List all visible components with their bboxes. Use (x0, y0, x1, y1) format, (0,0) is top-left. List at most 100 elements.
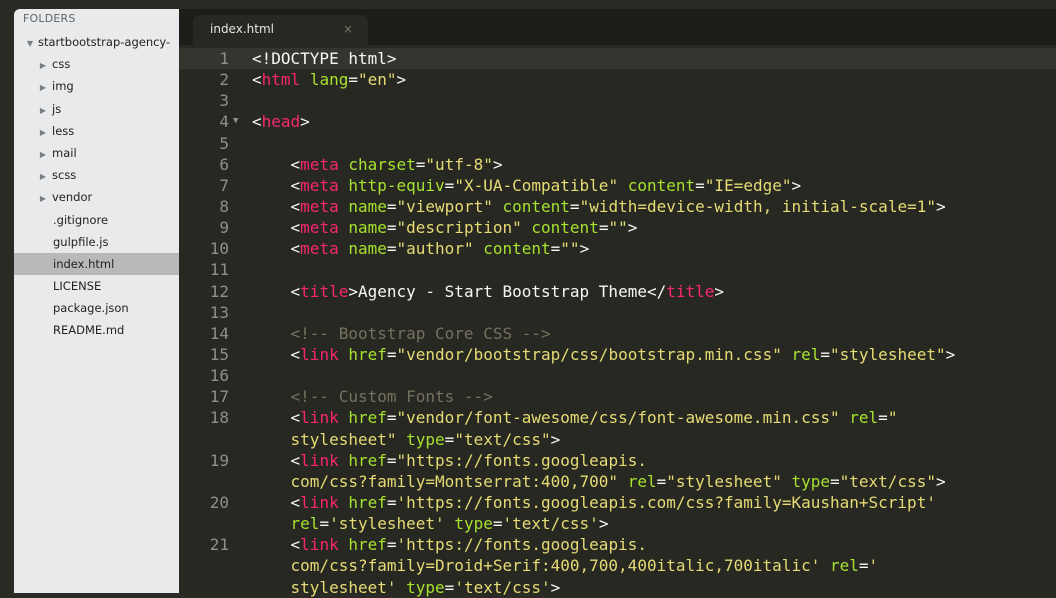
disclosure-closed-icon[interactable]: ▶ (38, 122, 48, 142)
folder-item[interactable]: ▶ img (14, 75, 179, 97)
file-item[interactable]: .gitignore (14, 209, 179, 231)
code-token: > (598, 514, 609, 534)
code-line[interactable]: rel='stylesheet' type='text/css'> (179, 513, 1056, 534)
code-token: = (656, 471, 667, 491)
code-line[interactable]: stylesheet' type='text/css'> (179, 577, 1056, 598)
folder-item[interactable]: ▶ mail (14, 142, 179, 164)
code-token: = (386, 196, 397, 216)
code-token: "" (608, 218, 628, 238)
code-line[interactable]: 18 <link href="vendor/font-awesome/css/f… (179, 407, 1056, 428)
code-line[interactable]: com/css?family=Montserrat:400,700" rel="… (179, 471, 1056, 492)
code-line[interactable]: 10 <meta name="author" content=""> (179, 238, 1056, 259)
code-token: link (300, 408, 339, 428)
folders-header: FOLDERS (23, 12, 76, 25)
code-line[interactable]: 16 (179, 365, 1056, 386)
code-text: <meta name="viewport" content="width=dev… (252, 196, 946, 217)
folder-item[interactable]: ▶ css (14, 53, 179, 75)
folder-item[interactable]: ▶ scss (14, 164, 179, 186)
code-line[interactable]: com/css?family=Droid+Serif:400,700,400it… (179, 555, 1056, 576)
line-number: 18 (209, 408, 229, 428)
code-token: = (386, 535, 397, 555)
file-item[interactable]: LICENSE (14, 275, 179, 297)
tree-item-label: css (52, 57, 71, 72)
folder-item[interactable]: ▶ vendor (14, 186, 179, 208)
code-token: > (492, 154, 503, 174)
tab-index-html[interactable]: index.html × (193, 15, 368, 45)
line-number: 9 (219, 218, 229, 238)
code-line[interactable]: 2 <html lang="en"> (179, 69, 1056, 90)
line-number: 14 (209, 323, 229, 343)
code-text: <!-- Bootstrap Core CSS --> (252, 323, 551, 344)
code-token: = (386, 344, 397, 364)
code-area[interactable]: 1 <!DOCTYPE html> 2 <html lang="en"> 3 4 ▼ <hea… (179, 48, 1056, 598)
line-number: 13 (209, 302, 229, 322)
tree-item-label: README.md (53, 323, 125, 338)
code-token: < (252, 196, 301, 216)
code-line[interactable]: 7 <meta http-equiv="X-UA-Compatible" con… (179, 175, 1056, 196)
code-line[interactable]: 4 ▼ <head> (179, 111, 1056, 132)
code-line[interactable]: 19 <link href="https://fonts.googleapis. (179, 450, 1056, 471)
code-text: <html lang="en"> (252, 69, 406, 90)
code-text: <!DOCTYPE html> (252, 48, 397, 69)
folder-item[interactable]: ▶ js (14, 98, 179, 120)
code-line[interactable]: 20 <link href='https://fonts.googleapis.… (179, 492, 1056, 513)
code-token: = (386, 450, 397, 470)
code-line[interactable]: 21 <link href='https://fonts.googleapis. (179, 534, 1056, 555)
code-line[interactable]: 12 <title>Agency - Start Bootstrap Theme… (179, 281, 1056, 302)
code-token: html (261, 70, 301, 90)
root-folder-item[interactable]: ▼ startbootstrap-agency- (14, 31, 179, 53)
disclosure-closed-icon[interactable]: ▶ (38, 166, 48, 186)
code-line[interactable]: stylesheet" type="text/css"> (179, 429, 1056, 450)
disclosure-closed-icon[interactable]: ▶ (38, 100, 48, 120)
line-number: 16 (209, 366, 229, 386)
disclosure-closed-icon[interactable]: ▶ (38, 55, 48, 75)
code-text: rel='stylesheet' type='text/css'> (252, 513, 609, 534)
code-token: http-equiv (348, 175, 445, 195)
code-token: = (820, 344, 831, 364)
code-line[interactable]: 3 (179, 90, 1056, 111)
code-line[interactable]: 15 <link href="vendor/bootstrap/css/boot… (179, 344, 1056, 365)
code-token: type (454, 514, 493, 534)
code-token: "vendor/bootstrap/css/bootstrap.min.css" (396, 344, 782, 364)
code-token: > (550, 429, 561, 449)
code-line[interactable]: 13 (179, 302, 1056, 323)
code-line[interactable]: 6 <meta charset="utf-8"> (179, 154, 1056, 175)
fold-arrow-icon[interactable]: ▼ (233, 111, 238, 132)
folder-item[interactable]: ▶ less (14, 120, 179, 142)
tab-bar: index.html × (179, 9, 1056, 45)
code-line[interactable]: 9 <meta name="description" content=""> (179, 217, 1056, 238)
code-token: meta (300, 154, 339, 174)
disclosure-closed-icon[interactable]: ▶ (38, 77, 48, 97)
disclosure-closed-icon[interactable]: ▶ (38, 144, 48, 164)
code-text: stylesheet" type="text/css"> (252, 429, 561, 450)
code-token: com/css?family=Montserrat:400,700" (252, 471, 619, 491)
code-token: stylesheet" (252, 429, 397, 449)
file-item[interactable]: gulpfile.js (14, 231, 179, 253)
code-token: href (348, 492, 387, 512)
disclosure-open-icon[interactable]: ▼ (25, 33, 35, 53)
line-number: 15 (209, 344, 229, 364)
file-item[interactable]: package.json (14, 297, 179, 319)
code-token: meta (300, 196, 339, 216)
code-line[interactable]: 1 <!DOCTYPE html> (179, 48, 1056, 70)
code-token: = (878, 408, 888, 428)
code-token: <!-- Bootstrap Core CSS --> (290, 323, 551, 343)
code-token: > (935, 471, 946, 491)
code-line[interactable]: 5 (179, 133, 1056, 154)
file-item[interactable]: README.md (14, 319, 179, 341)
code-line[interactable]: 17 <!-- Custom Fonts --> (179, 386, 1056, 407)
file-item[interactable]: index.html (14, 252, 179, 276)
code-line[interactable]: 14 <!-- Bootstrap Core CSS --> (179, 323, 1056, 344)
editor[interactable]: index.html × 1 <!DOCTYPE html> 2 <html lang… (179, 9, 1056, 597)
code-line[interactable]: 8 <meta name="viewport" content="width=d… (179, 196, 1056, 217)
line-number: 4 (219, 112, 229, 132)
code-token: 'https://fonts.googleapis.com/css?family… (396, 492, 936, 512)
close-icon[interactable]: × (343, 22, 353, 36)
code-token: = (830, 471, 840, 491)
disclosure-closed-icon[interactable]: ▶ (38, 188, 48, 208)
code-line[interactable]: 11 (179, 259, 1056, 280)
